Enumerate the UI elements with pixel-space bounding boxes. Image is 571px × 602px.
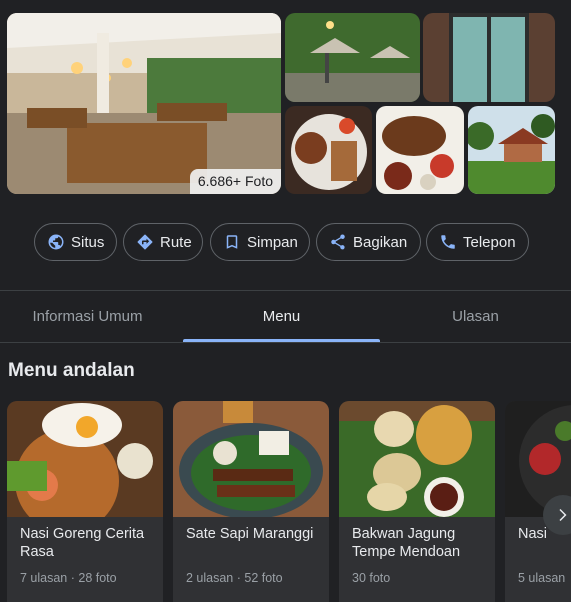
phone-icon: [441, 235, 455, 249]
photo-gallery: 6.686+ Foto: [7, 13, 555, 194]
menu-item-card[interactable]: Nasi Goreng Cerita Rasa 7 ulasan · 28 fo…: [7, 401, 163, 602]
tab-bar: Informasi Umum Menu Ulasan: [0, 291, 571, 342]
menu-item-card[interactable]: Bakwan Jagung Tempe Mendoan 30 foto: [339, 401, 495, 602]
tab-reviews[interactable]: Ulasan: [380, 291, 571, 342]
directions-button[interactable]: Rute: [123, 223, 203, 261]
grilled-chicken-photo[interactable]: [376, 106, 464, 194]
tab-overview[interactable]: Informasi Umum: [0, 291, 175, 342]
review-count: 7 ulasan: [20, 571, 68, 585]
photo-count: 30 foto: [352, 571, 391, 585]
bakwan-tempe-photo: [339, 401, 495, 517]
call-button[interactable]: Telepon: [426, 223, 529, 261]
menu-item-meta: 2 ulasan · 52 foto: [186, 571, 283, 585]
menu-item-name: Bakwan Jagung Tempe Mendoan: [352, 526, 461, 560]
menu-item-meta: 7 ulasan · 28 foto: [20, 571, 117, 585]
photo-count: 52 foto: [244, 571, 283, 585]
divider: [0, 342, 571, 343]
section-title: Menu andalan: [8, 360, 135, 381]
restaurant-interior-photo[interactable]: 6.686+ Foto: [7, 13, 281, 194]
dot-separator: ·: [67, 571, 79, 585]
nasi-goreng-photo: [7, 401, 163, 517]
menu-carousel: Nasi Goreng Cerita Rasa 7 ulasan · 28 fo…: [7, 401, 571, 602]
share-icon: [331, 234, 345, 250]
menu-item-name: Nasi Goreng Cerita Rasa: [20, 526, 145, 560]
review-count: 2 ulasan: [186, 571, 234, 585]
share-label: Bagikan: [353, 233, 408, 251]
lawn-pavilion-photo[interactable]: [468, 106, 555, 194]
save-button[interactable]: Simpan: [210, 223, 310, 261]
tab-menu[interactable]: Menu: [183, 291, 380, 342]
menu-item-meta: 30 foto: [352, 571, 390, 585]
dot-separator: ·: [233, 571, 245, 585]
sate-dish-photo[interactable]: [285, 106, 372, 194]
photo-count-badge[interactable]: 6.686+ Foto: [189, 169, 281, 194]
globe-icon: [48, 234, 64, 250]
directions-label: Rute: [160, 233, 192, 251]
share-button[interactable]: Bagikan: [316, 223, 421, 261]
review-count: 5 ulasan: [518, 571, 566, 585]
directions-icon: [137, 234, 153, 250]
menu-item-meta: 5 ulasan: [518, 571, 565, 585]
bookmark-icon: [226, 235, 238, 249]
glass-door-photo[interactable]: [423, 13, 555, 102]
save-label: Simpan: [247, 233, 298, 251]
call-label: Telepon: [463, 233, 516, 251]
website-button[interactable]: Situs: [34, 223, 117, 261]
menu-item-name: Sate Sapi Maranggi: [186, 526, 314, 542]
sate-sapi-photo: [173, 401, 329, 517]
menu-item-card[interactable]: Sate Sapi Maranggi 2 ulasan · 52 foto: [173, 401, 329, 602]
chevron-right-icon: [559, 509, 567, 521]
garden-photo[interactable]: [285, 13, 420, 102]
website-label: Situs: [71, 233, 105, 251]
photo-count: 28 foto: [78, 571, 117, 585]
